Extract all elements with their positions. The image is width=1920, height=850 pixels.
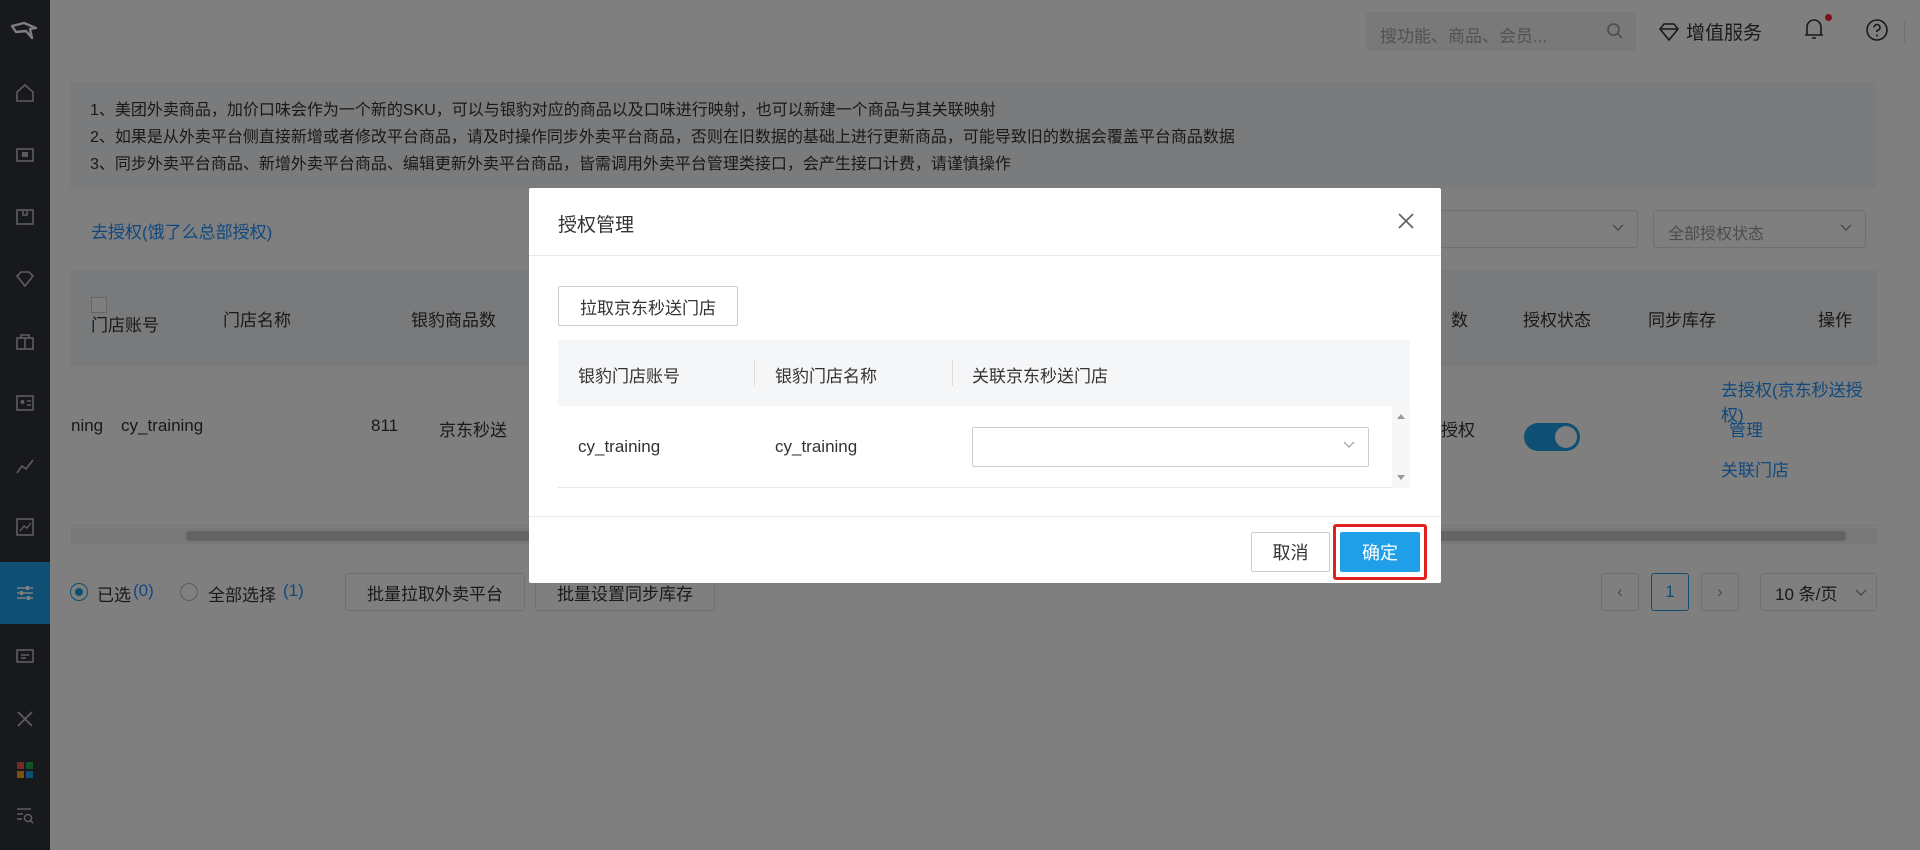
auth-management-dialog: 授权管理 拉取京东秒送门店 银豹门店账号 银豹门店名称 关联京东秒送门店 cy_…	[529, 188, 1441, 583]
store-mapping-table: 银豹门店账号 银豹门店名称 关联京东秒送门店 cy_training cy_tr…	[558, 340, 1410, 488]
chevron-down-icon	[1343, 441, 1355, 448]
vertical-scrollbar[interactable]	[1392, 406, 1410, 488]
divider	[754, 360, 755, 386]
scroll-up-icon[interactable]	[1396, 412, 1406, 420]
column-header-account: 银豹门店账号	[578, 367, 680, 386]
cancel-button[interactable]: 取消	[1251, 532, 1330, 572]
scroll-down-icon[interactable]	[1396, 474, 1406, 482]
dialog-footer-divider	[529, 516, 1441, 517]
linked-store-select[interactable]	[972, 427, 1369, 467]
close-icon[interactable]	[1395, 210, 1417, 232]
column-header-linked-store: 关联京东秒送门店	[972, 367, 1108, 386]
cell-account: cy_training	[578, 437, 661, 456]
dialog-title: 授权管理	[558, 215, 635, 236]
column-header-name: 银豹门店名称	[775, 367, 877, 386]
pull-jd-stores-button[interactable]: 拉取京东秒送门店	[558, 286, 738, 326]
table-row: cy_training cy_training	[558, 406, 1392, 488]
confirm-highlight-box	[1333, 524, 1427, 580]
dialog-header: 授权管理	[529, 188, 1441, 256]
divider	[952, 360, 953, 386]
cell-name: cy_training	[775, 437, 858, 456]
table-header: 银豹门店账号 银豹门店名称 关联京东秒送门店	[558, 340, 1410, 406]
